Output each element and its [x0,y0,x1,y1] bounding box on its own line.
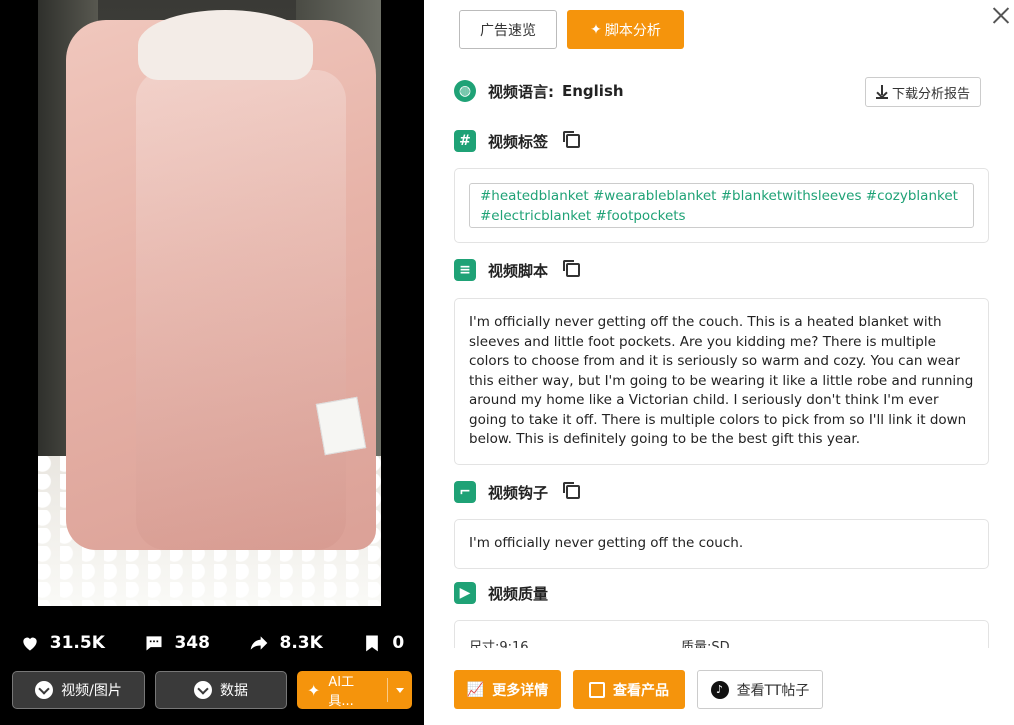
hashtag-icon: # [454,130,476,152]
shares-count: 8.3K [279,633,323,653]
bookmark-icon [366,635,379,652]
hook-section-header: ⌐ 视频钩子 [454,481,581,503]
comments-stat[interactable]: 348 [144,633,210,653]
quality-card: 尺寸:9:16 质量:SD [454,620,989,648]
globe-icon: ◍ [454,80,476,102]
sherpa-collar [138,10,313,80]
likes-count: 31.5K [49,633,105,653]
close-icon[interactable] [992,6,1010,24]
comment-icon [146,636,162,651]
hook-card: I'm officially never getting off the cou… [454,519,989,569]
download-video-button[interactable]: 视频/图片 [12,671,145,709]
script-card: I'm officially never getting off the cou… [454,298,989,465]
tiktok-icon: ♪ [710,680,729,699]
view-product-button[interactable]: 查看产品 [573,670,685,709]
tab-script-analysis[interactable]: ✦ 脚本分析 [567,10,684,49]
copy-icon[interactable] [563,131,581,148]
play-icon: ▶ [454,582,476,604]
tags-card: #heatedblanket #wearableblanket #blanket… [454,168,989,243]
video-panel: 31.5K 348 8.3K 0 视频/图片 数据 ✦ AI工具... [0,0,424,725]
analysis-content[interactable]: ◍ 视频语言: English 下载分析报告 # 视频标签 #heatedbla… [424,60,1014,648]
tags-section-header: # 视频标签 [454,130,581,152]
language-value: English [562,82,624,100]
comments-count: 348 [174,633,210,653]
copy-icon[interactable] [563,482,581,499]
copy-icon[interactable] [563,260,581,277]
download-icon [875,85,888,99]
pink-blanket [66,20,376,550]
heart-icon [23,637,37,651]
document-icon: ≡ [454,259,476,281]
ai-tools-button[interactable]: ✦ AI工具... [297,671,412,709]
saves-count: 0 [392,633,405,653]
language-section: ◍ 视频语言: English [454,80,624,102]
quality-value: 质量:SD [681,640,730,648]
video-player[interactable] [38,0,381,606]
analysis-panel: 广告速览 ✦ 脚本分析 ◍ 视频语言: English 下载分析报告 # 视频标… [424,0,1014,725]
share-icon [251,636,268,650]
chevron-down-icon[interactable] [396,687,404,693]
shares-stat[interactable]: 8.3K [249,633,323,653]
download-report-button[interactable]: 下载分析报告 [865,77,981,107]
download-data-button[interactable]: 数据 [155,671,287,709]
size-value: 尺寸:9:16 [469,640,529,648]
footer-actions: 📈 更多详情 查看产品 ♪ 查看TT帖子 [454,670,823,709]
hook-icon: ⌐ [454,481,476,503]
view-tt-post-button[interactable]: ♪ 查看TT帖子 [697,670,823,709]
sparkle-icon: ✦ [590,21,602,38]
script-text: I'm officially never getting off the cou… [469,314,974,447]
hook-text: I'm officially never getting off the cou… [469,535,744,551]
product-tag [315,396,367,456]
external-link-icon [589,681,605,698]
likes-stat[interactable]: 31.5K [20,633,105,653]
download-icon [194,681,212,699]
sparkle-icon: ✦ [307,680,321,700]
download-icon [35,681,54,699]
tab-bar: 广告速览 ✦ 脚本分析 [459,10,684,49]
video-stats: 31.5K 348 8.3K 0 [0,626,424,660]
saves-stat[interactable]: 0 [362,633,404,653]
chart-icon: 📈 [466,681,485,698]
tab-ad-preview[interactable]: 广告速览 [459,10,557,49]
more-details-button[interactable]: 📈 更多详情 [454,670,561,709]
quality-section-header: ▶ 视频质量 [454,582,548,604]
tags-text[interactable]: #heatedblanket #wearableblanket #blanket… [469,183,974,228]
script-section-header: ≡ 视频脚本 [454,259,581,281]
